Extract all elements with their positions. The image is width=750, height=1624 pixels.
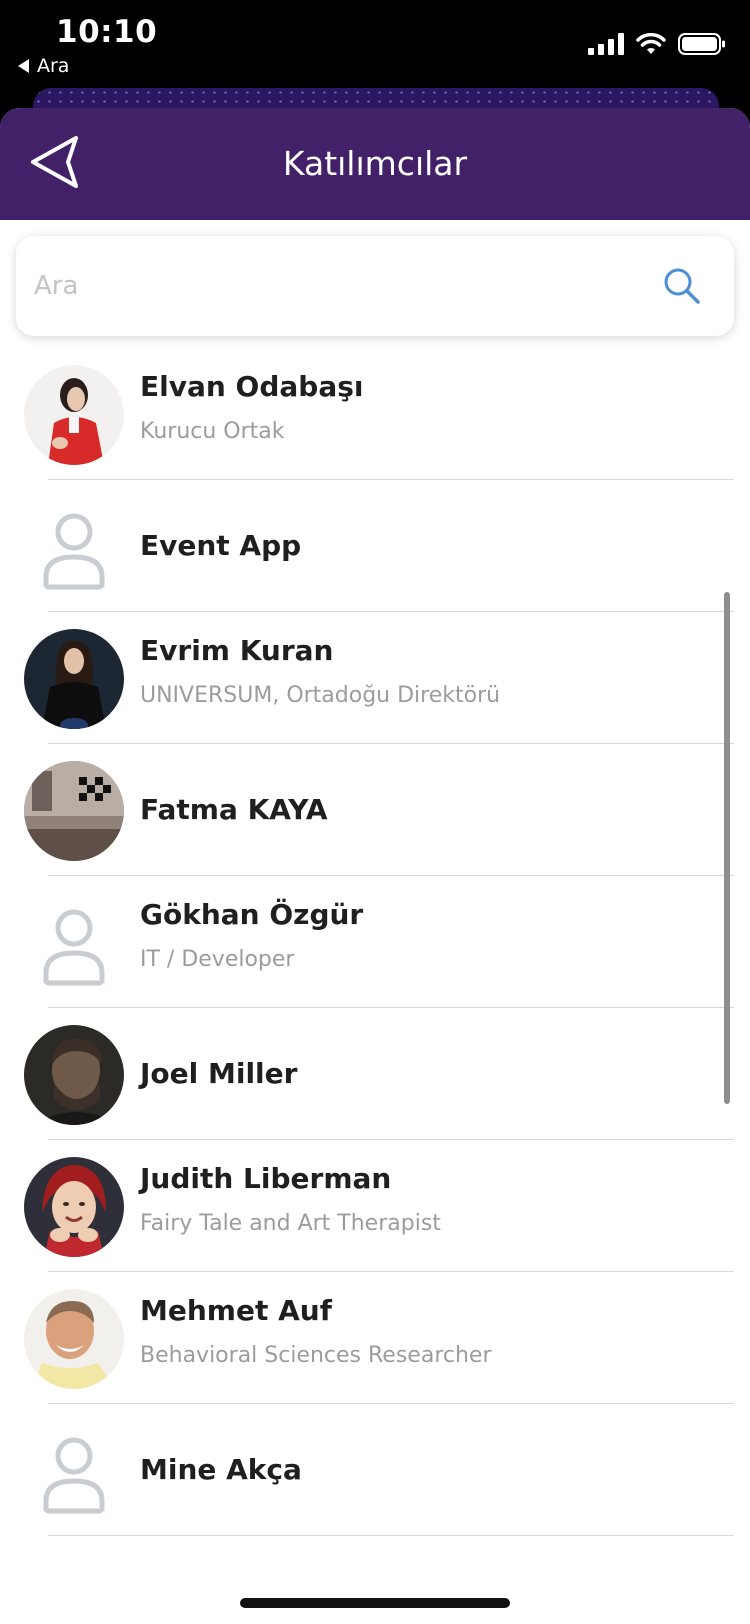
- avatar-photo: [24, 761, 124, 861]
- avatar: [24, 629, 124, 729]
- participant-name: Evrim Kuran: [140, 634, 334, 667]
- search-icon: [664, 268, 700, 304]
- participant-title: Kurucu Ortak: [140, 419, 285, 444]
- participant-name: Joel Miller: [140, 1057, 298, 1090]
- search-button[interactable]: [662, 266, 702, 306]
- signal-icon: [588, 33, 624, 55]
- participant-name: Judith Liberman: [140, 1162, 392, 1195]
- search-bar: [16, 236, 734, 336]
- avatar-photo: [24, 365, 124, 465]
- participant-title: IT / Developer: [140, 947, 295, 972]
- participant-row[interactable]: Elvan Odabaşı Kurucu Ortak: [0, 348, 750, 480]
- user-placeholder-icon: [43, 1437, 105, 1514]
- back-to-app-link[interactable]: Ara: [18, 55, 69, 77]
- battery-icon: [678, 33, 725, 55]
- search-input[interactable]: [34, 260, 634, 312]
- participant-row[interactable]: Judith Liberman Fairy Tale and Art Thera…: [0, 1140, 750, 1272]
- participant-list: Elvan Odabaşı Kurucu Ortak Event App Evr…: [0, 348, 750, 1536]
- participant-row[interactable]: Fatma KAYA: [0, 744, 750, 876]
- row-divider: [48, 1534, 734, 1536]
- avatar: [24, 1289, 124, 1389]
- participant-title: UNIVERSUM, Ortadoğu Direktörü: [140, 683, 501, 708]
- participant-name: Fatma KAYA: [140, 793, 328, 826]
- avatar: [24, 893, 124, 993]
- avatar: [24, 365, 124, 465]
- nav-bar: Katılımcılar: [0, 108, 750, 220]
- avatar: [24, 1025, 124, 1125]
- participant-row[interactable]: Event App: [0, 480, 750, 612]
- avatar: [24, 1421, 124, 1521]
- page-title: Katılımcılar: [282, 144, 468, 183]
- avatar: [24, 1157, 124, 1257]
- wifi-icon: [636, 33, 666, 54]
- home-indicator[interactable]: [240, 1598, 510, 1608]
- participant-title: Fairy Tale and Art Therapist: [140, 1211, 441, 1236]
- avatar: [24, 497, 124, 597]
- participant-title: Behavioral Sciences Researcher: [140, 1343, 492, 1368]
- participant-row[interactable]: Evrim Kuran UNIVERSUM, Ortadoğu Direktör…: [0, 612, 750, 744]
- participant-row[interactable]: Joel Miller: [0, 1008, 750, 1140]
- status-icons: [588, 32, 726, 56]
- scrollbar[interactable]: [724, 592, 730, 1104]
- avatar-photo: [24, 629, 124, 729]
- participant-name: Gökhan Özgür: [140, 898, 364, 931]
- participant-name: Mehmet Auf: [140, 1294, 332, 1327]
- participant-name: Mine Akça: [140, 1453, 302, 1486]
- back-triangle-icon: [18, 59, 29, 73]
- participant-name: Event App: [140, 529, 302, 562]
- back-app-label: Ara: [37, 55, 70, 77]
- status-time: 10:10: [56, 14, 158, 50]
- participants-modal: Katılımcılar Elvan Odaba: [0, 108, 750, 1624]
- avatar-photo: [24, 1289, 124, 1389]
- participant-row[interactable]: Gökhan Özgür IT / Developer: [0, 876, 750, 1008]
- user-placeholder-icon: [43, 513, 105, 590]
- user-placeholder-icon: [43, 909, 105, 986]
- avatar-photo: [24, 1157, 124, 1257]
- participant-row[interactable]: Mine Akça: [0, 1404, 750, 1536]
- participant-name: Elvan Odabaşı: [140, 370, 364, 403]
- avatar-photo: [24, 1025, 124, 1125]
- avatar: [24, 761, 124, 861]
- participant-row[interactable]: Mehmet Auf Behavioral Sciences Researche…: [0, 1272, 750, 1404]
